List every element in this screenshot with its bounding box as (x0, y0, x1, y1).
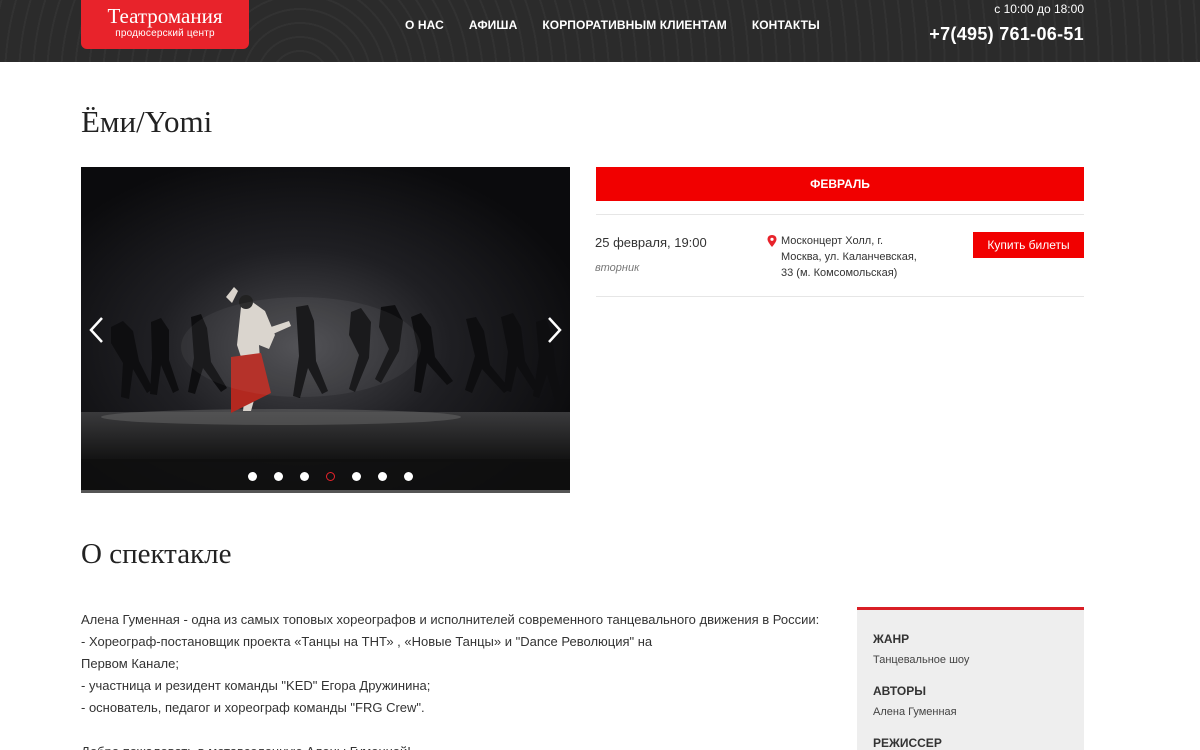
nav-contacts[interactable]: КОНТАКТЫ (752, 18, 820, 32)
director-label: РЕЖИССЕР (873, 736, 942, 750)
nav-corporate[interactable]: КОРПОРАТИВНЫМ КЛИЕНТАМ (542, 18, 726, 32)
description-line: Первом Канале; (81, 656, 179, 671)
month-header: ФЕВРАЛЬ (596, 167, 1084, 201)
description-line: - участница и резидент команды "KED" Его… (81, 678, 431, 693)
slider-dot[interactable] (326, 472, 335, 481)
working-hours: с 10:00 до 18:00 (994, 2, 1084, 16)
slider-dot[interactable] (274, 472, 283, 481)
performance-photo (81, 167, 570, 493)
photo-slider (81, 167, 570, 493)
slider-dot[interactable] (378, 472, 387, 481)
slider-bottom-border (81, 490, 570, 493)
event-weekday: вторник (595, 262, 640, 274)
main-nav: О НАС АФИША КОРПОРАТИВНЫМ КЛИЕНТАМ КОНТА… (405, 18, 845, 32)
slider-next-arrow[interactable] (544, 315, 564, 345)
event-venue: Москонцерт Холл, г. Москва, ул. Каланчев… (781, 233, 921, 281)
logo[interactable]: Театромания продюсерский центр (81, 0, 249, 49)
authors-value: Алена Гуменная (873, 706, 957, 718)
slider-dot[interactable] (404, 472, 413, 481)
slider-prev-arrow[interactable] (87, 315, 107, 345)
slider-dot[interactable] (352, 472, 361, 481)
description: Алена Гуменная - одна из самых топовых х… (81, 609, 821, 750)
page-title: Ёми/Yomi (81, 104, 213, 139)
site-header: Театромания продюсерский центр О НАС АФИ… (0, 0, 1200, 62)
authors-label: АВТОРЫ (873, 684, 926, 698)
venue-line: Москонцерт Холл, г. (781, 235, 884, 247)
genre-label: ЖАНР (873, 632, 910, 646)
genre-value: Танцевальное шоу (873, 654, 970, 666)
slider-dot[interactable] (248, 472, 257, 481)
about-title: О спектакле (81, 538, 232, 570)
logo-title: Театромания (107, 4, 223, 28)
venue-line: 33 (м. Комсомольская) (781, 267, 898, 279)
info-panel: ЖАНР Танцевальное шоу АВТОРЫ Алена Гумен… (857, 607, 1084, 750)
nav-about[interactable]: О НАС (405, 18, 444, 32)
description-line: Добро пожаловать в метавселенную Алены Г… (81, 741, 821, 750)
location-pin-icon (767, 234, 777, 252)
event-date: 25 февраля, 19:00 (595, 235, 707, 250)
description-line: - Хореограф-постановщик проекта «Танцы н… (81, 634, 653, 649)
buy-tickets-button[interactable]: Купить билеты (973, 232, 1084, 258)
slider-dots (81, 472, 570, 481)
slider-dot[interactable] (300, 472, 309, 481)
phone-number[interactable]: +7(495) 761-06-51 (929, 24, 1084, 45)
description-line: - основатель, педагог и хореограф команд… (81, 700, 425, 715)
nav-afisha[interactable]: АФИША (469, 18, 517, 32)
logo-subtitle: продюсерский центр (115, 28, 215, 39)
description-line: Алена Гуменная - одна из самых топовых х… (81, 612, 820, 627)
venue-line: Москва, ул. Каланчевская, (781, 251, 917, 263)
divider (596, 214, 1084, 215)
divider (596, 296, 1084, 297)
